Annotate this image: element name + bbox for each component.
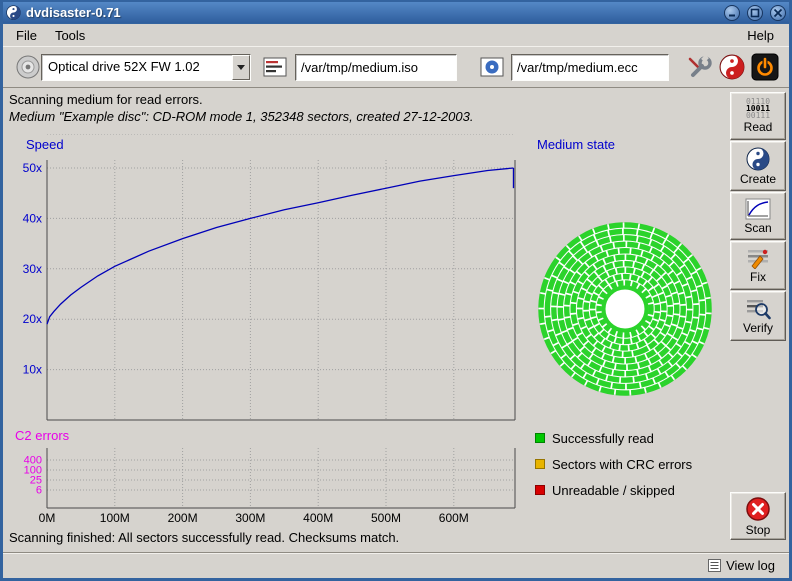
fix-button[interactable]: Fix xyxy=(730,241,786,290)
footer-status: Scanning finished: All sectors successfu… xyxy=(9,530,399,545)
app-window: dvdisaster-0.71 File Tools Help xyxy=(0,0,792,581)
read-button[interactable]: 01110 10011 00111 Read xyxy=(730,92,786,140)
maximize-icon xyxy=(750,8,760,18)
titlebar[interactable]: dvdisaster-0.71 xyxy=(3,2,789,23)
stop-button[interactable]: Stop xyxy=(730,492,786,540)
quit-power-button[interactable] xyxy=(751,53,779,81)
svg-text:50x: 50x xyxy=(23,161,42,175)
svg-text:200M: 200M xyxy=(168,511,198,525)
svg-text:20x: 20x xyxy=(23,312,42,326)
svg-text:40x: 40x xyxy=(23,211,42,225)
menu-item-file[interactable]: File xyxy=(7,26,46,45)
window-title: dvdisaster-0.71 xyxy=(26,5,717,20)
svg-text:0M: 0M xyxy=(39,511,56,525)
read-button-label: Read xyxy=(744,120,773,134)
toolbar: Optical drive 52X FW 1.02 xyxy=(3,46,789,88)
legend-item-success: Successfully read xyxy=(535,425,692,451)
legend-swatch-crc xyxy=(535,459,545,469)
ecc-file-icon xyxy=(480,55,504,79)
legend-label-unreadable: Unreadable / skipped xyxy=(552,483,675,498)
svg-text:400M: 400M xyxy=(303,511,333,525)
legend-label-crc: Sectors with CRC errors xyxy=(552,457,692,472)
preferences-wrench-icon[interactable] xyxy=(685,53,713,81)
svg-text:500M: 500M xyxy=(371,511,401,525)
legend-item-unreadable: Unreadable / skipped xyxy=(535,477,692,503)
scan-chart-icon xyxy=(745,198,771,220)
view-log-label: View log xyxy=(726,558,775,573)
svg-text:100M: 100M xyxy=(100,511,130,525)
bottombar: View log xyxy=(3,552,789,578)
stop-icon xyxy=(744,496,772,522)
close-icon xyxy=(773,8,783,18)
ecc-path-input[interactable] xyxy=(511,54,669,81)
verify-button-label: Verify xyxy=(743,321,773,335)
dvdisaster-logo-icon[interactable] xyxy=(719,54,745,80)
scan-button[interactable]: Scan xyxy=(730,192,786,240)
medium-state-legend: Successfully read Sectors with CRC error… xyxy=(535,425,692,503)
menu-item-tools[interactable]: Tools xyxy=(46,26,94,45)
yin-yang-icon xyxy=(746,147,770,171)
svg-text:6: 6 xyxy=(36,485,42,497)
status-line-1: Scanning medium for read errors. xyxy=(9,92,203,107)
create-button[interactable]: Create xyxy=(730,141,786,191)
minimize-button[interactable] xyxy=(724,5,740,21)
minimize-icon xyxy=(727,8,737,18)
svg-text:30x: 30x xyxy=(23,262,42,276)
svg-text:10x: 10x xyxy=(23,363,42,377)
drive-select-arrow-button[interactable] xyxy=(232,55,250,80)
scan-button-label: Scan xyxy=(744,221,771,235)
iso-path-input[interactable] xyxy=(295,54,457,81)
view-log-button[interactable]: View log xyxy=(704,556,779,575)
svg-text:0x: 0x xyxy=(29,134,42,137)
iso-file-icon xyxy=(263,55,287,79)
verify-button[interactable]: Verify xyxy=(730,291,786,341)
legend-label-success: Successfully read xyxy=(552,431,654,446)
fix-button-label: Fix xyxy=(750,270,766,284)
read-binary-icon: 01110 10011 00111 xyxy=(746,98,770,119)
create-button-label: Create xyxy=(740,172,776,186)
stop-button-label: Stop xyxy=(746,523,771,537)
drive-select-value: Optical drive 52X FW 1.02 xyxy=(42,55,232,80)
menu-item-help[interactable]: Help xyxy=(738,26,783,45)
status-line-2: Medium "Example disc": CD-ROM mode 1, 35… xyxy=(9,109,473,124)
legend-swatch-unreadable xyxy=(535,485,545,495)
medium-state-disc xyxy=(536,220,714,398)
drive-status-icon xyxy=(15,54,41,80)
verify-magnifier-icon xyxy=(745,297,771,320)
svg-text:300M: 300M xyxy=(235,511,265,525)
svg-text:600M: 600M xyxy=(439,511,469,525)
medium-state-title: Medium state xyxy=(537,137,615,152)
close-button[interactable] xyxy=(770,5,786,21)
legend-item-crc: Sectors with CRC errors xyxy=(535,451,692,477)
app-icon xyxy=(6,5,21,20)
legend-swatch-success xyxy=(535,433,545,443)
client-area: File Tools Help Optical drive 52X FW 1.0… xyxy=(3,24,789,578)
drive-select[interactable]: Optical drive 52X FW 1.02 xyxy=(41,54,251,81)
speed-and-c2-chart: 0M 100M 200M 300M 400M 500M 600M 0x 10x 20x 30x 40x… xyxy=(9,134,529,536)
fix-icon xyxy=(745,247,771,269)
log-list-icon xyxy=(708,559,721,572)
chevron-down-icon xyxy=(237,65,245,70)
menubar: File Tools Help xyxy=(3,24,789,46)
maximize-button[interactable] xyxy=(747,5,763,21)
